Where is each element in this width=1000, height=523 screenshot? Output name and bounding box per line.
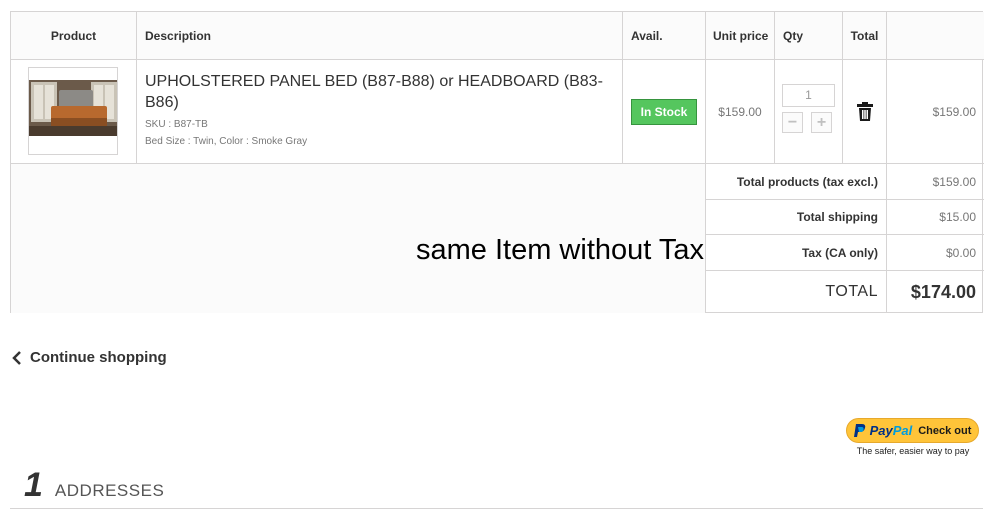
quantity-cell: 1 − +: [775, 60, 843, 164]
header-description: Description: [137, 12, 623, 60]
step-number: 1: [24, 466, 43, 504]
grand-total-value: $174.00: [910, 281, 976, 302]
line-total-value: $159.00: [932, 104, 976, 119]
paypal-p-icon: [853, 424, 865, 437]
quantity-increase-button[interactable]: +: [811, 112, 832, 133]
product-name-link[interactable]: UPHOLSTERED PANEL BED (B87-B88) or HEADB…: [145, 71, 614, 113]
continue-shopping-link[interactable]: Continue shopping: [12, 349, 167, 366]
product-description-cell: UPHOLSTERED PANEL BED (B87-B88) or HEADB…: [137, 60, 623, 164]
paypal-logo-pal: Pal: [892, 423, 913, 438]
paypal-logo: PayPal: [870, 423, 913, 438]
header-product: Product: [11, 12, 137, 60]
minus-icon: −: [787, 113, 798, 131]
product-thumbnail[interactable]: [28, 67, 118, 155]
annotation-text: same Item without Tax: [416, 234, 704, 266]
header-total: Total: [843, 12, 887, 60]
chevron-left-icon: [12, 350, 21, 365]
quantity-decrease-button[interactable]: −: [782, 112, 803, 133]
unit-price-cell: $159.00: [706, 60, 775, 164]
paypal-checkout: PayPal Check out The safer, easier way t…: [846, 418, 980, 456]
unit-price-value: $159.00: [718, 104, 762, 119]
cart-summary-table: Product Description Avail. Unit price Qt…: [10, 11, 984, 313]
trash-icon[interactable]: [856, 102, 873, 121]
paypal-checkout-label: Check out: [918, 424, 972, 437]
header-availability: Avail.: [623, 12, 706, 60]
step-divider: [10, 508, 983, 509]
total-products-value: $159.00: [887, 164, 984, 200]
header-spacer: [887, 12, 984, 60]
grand-total-value-cell: $174.00: [887, 271, 984, 313]
in-stock-badge: In Stock: [630, 98, 698, 125]
grand-total-label: TOTAL: [825, 283, 878, 300]
paypal-checkout-button[interactable]: PayPal Check out: [846, 418, 979, 443]
paypal-logo-pay: Pay: [869, 423, 893, 438]
step-label: ADDRESSES: [54, 481, 165, 500]
tax-value: $0.00: [887, 235, 984, 271]
header-quantity: Qty: [775, 12, 843, 60]
quantity-input[interactable]: 1: [782, 84, 835, 107]
continue-shopping-label: Continue shopping: [30, 349, 167, 366]
total-shipping-label: Total shipping: [706, 200, 887, 235]
grand-total-label-cell: TOTAL: [706, 271, 887, 313]
checkout-step-addresses[interactable]: 1 ADDRESSES: [24, 466, 164, 505]
product-image-cell: [11, 60, 137, 164]
total-products-label: Total products (tax excl.): [706, 164, 887, 200]
header-unit-price: Unit price: [706, 12, 775, 60]
delete-cell: [843, 60, 887, 164]
availability-cell: In Stock: [623, 60, 706, 164]
product-attributes[interactable]: Bed Size : Twin, Color : Smoke Gray: [145, 136, 614, 147]
bed-image: [29, 68, 117, 154]
line-total-cell: $159.00: [887, 60, 984, 164]
total-shipping-value: $15.00: [887, 200, 984, 235]
product-sku: SKU : B87-TB: [145, 119, 208, 130]
paypal-tagline: The safer, easier way to pay: [856, 446, 970, 456]
plus-icon: +: [816, 113, 827, 131]
tax-label: Tax (CA only): [706, 235, 887, 271]
